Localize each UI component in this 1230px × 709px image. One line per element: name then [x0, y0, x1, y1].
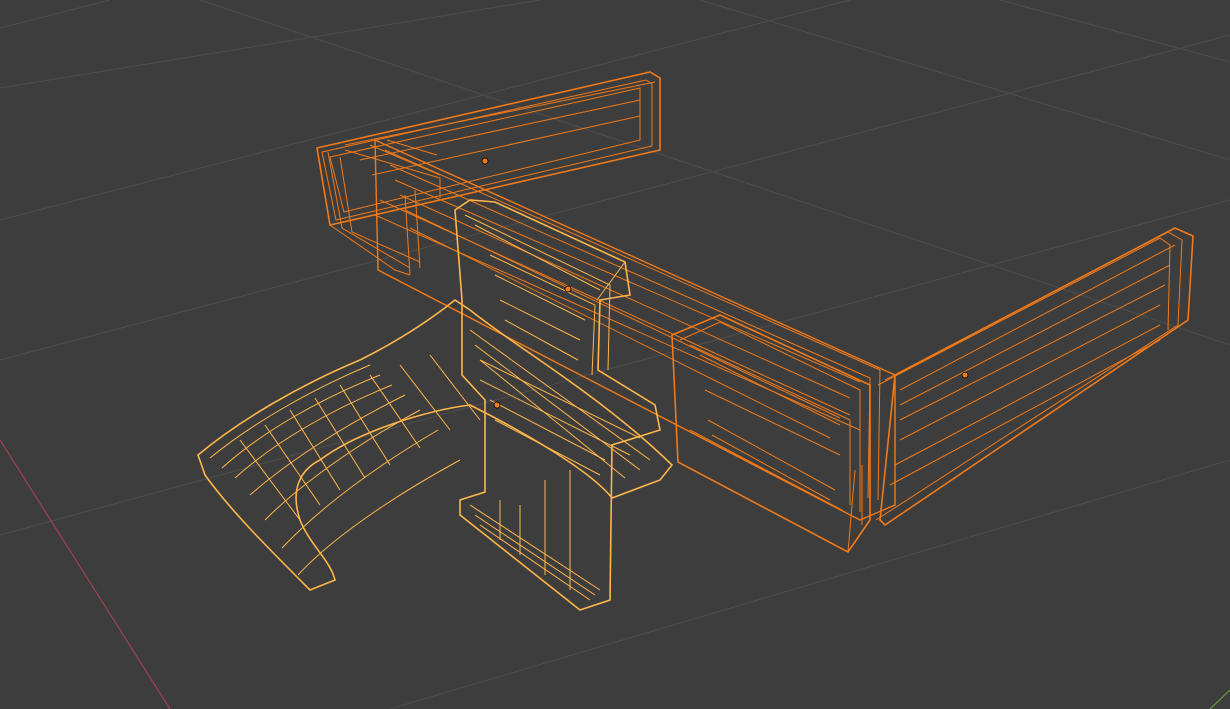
origin-dot[interactable]: [481, 157, 489, 165]
left-arm-wireframe[interactable]: [316, 71, 661, 276]
floor-grid: [0, 0, 1230, 709]
stand-wireframe[interactable]: [454, 199, 661, 611]
curved-plate-wireframe[interactable]: [197, 299, 674, 591]
y-axis-line: [1209, 689, 1230, 709]
grid-line: [0, 0, 111, 29]
grid-line: [0, 199, 1230, 536]
grid-line: [999, 0, 1230, 63]
3d-viewport[interactable]: [0, 0, 1230, 709]
x-axis-line: [0, 439, 171, 709]
grid-line: [0, 0, 851, 221]
origin-dot[interactable]: [961, 371, 969, 379]
grid-line: [389, 459, 1230, 709]
origin-dot[interactable]: [493, 401, 501, 409]
right-arm-wireframe[interactable]: [875, 227, 1194, 527]
grid-line: [0, 34, 1230, 361]
origin-dot[interactable]: [564, 285, 572, 293]
grid-line: [0, 0, 541, 89]
viewport-canvas[interactable]: [0, 0, 1230, 709]
grid-line: [699, 0, 1230, 161]
